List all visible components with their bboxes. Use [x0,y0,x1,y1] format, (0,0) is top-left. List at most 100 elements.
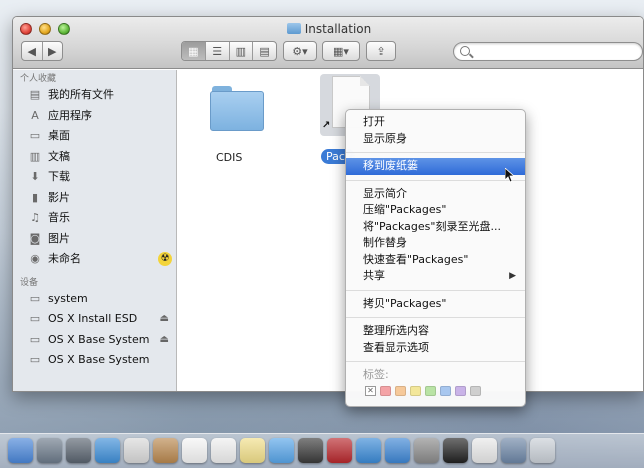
finder-icon[interactable] [8,438,33,463]
tag-color-swatch[interactable] [440,386,451,396]
grid-icon: ▦ [188,44,199,58]
menu-separator [346,361,525,362]
menu-item[interactable]: 拷贝"Packages" [346,296,525,313]
menu-group-open: 打开 显示原身 [346,114,525,147]
sidebar-item[interactable]: ▮ 影片 [13,188,176,209]
mail-icon[interactable] [124,438,149,463]
notes-icon[interactable] [240,438,265,463]
reminders-icon[interactable] [211,438,236,463]
trash-icon[interactable] [530,438,555,463]
calendar-icon[interactable] [182,438,207,463]
search-icon [460,46,470,56]
columns-icon: ▥ [235,44,247,58]
list-view-button[interactable]: ☰ [206,42,230,60]
sidebar-item-label: 图片 [48,231,70,245]
downloads-stack-icon[interactable] [501,438,526,463]
messages-icon[interactable] [269,438,294,463]
folder-icon [286,23,301,34]
tags-row: ✕ [346,386,525,396]
menu-item[interactable]: 将"Packages"刻录至光盘... [346,219,525,236]
back-forward-control: ◀ ▶ [21,41,63,61]
sidebar-item[interactable]: ▤ 我的所有文件 [13,85,176,106]
tag-color-swatch[interactable] [380,386,391,396]
folder-item-icon[interactable] [210,86,264,132]
action-menu-button[interactable]: ⚙▾ [283,41,317,61]
sidebar-item[interactable]: ◙ 图片 [13,229,176,250]
toolbar: ◀ ▶ ▦ ☰ ▥ ▤ ⚙▾ ▦▾ ⇪ [13,41,643,65]
tag-color-swatch[interactable] [395,386,406,396]
menu-item[interactable]: 打开 [346,114,525,131]
menu-item[interactable]: 显示原身 [346,131,525,148]
menu-item[interactable]: 快速查看"Packages" [346,252,525,269]
title-bar[interactable]: Installation ◀ ▶ ▦ ☰ ▥ ▤ ⚙▾ ▦▾ ⇪ [13,17,643,69]
icon-view-button[interactable]: ▦ [182,42,206,60]
terminal-icon[interactable] [443,438,468,463]
sidebar: 个人收藏 ▤ 我的所有文件 A 应用程序 ▭ 桌面 ▥ 文稿 ⬇ 下载 ▮ 影片 ♫ 音乐 ◙ 图片 ◉ 未命名 ☢… [13,70,177,391]
itunes-icon[interactable] [356,438,381,463]
safari-icon[interactable] [95,438,120,463]
sidebar-item[interactable]: ◉ 未命名 ☢ [13,249,176,270]
search-input[interactable] [453,42,643,61]
eject-icon[interactable]: ⏏ [160,309,169,329]
contacts-icon[interactable] [153,438,178,463]
tag-color-swatch[interactable] [425,386,436,396]
sidebar-item-label: 我的所有文件 [48,88,114,101]
sidebar-item[interactable]: ▭ OS X Install ESD ⏏ [13,309,176,330]
tag-color-swatch[interactable] [470,386,481,396]
sidebar-item[interactable]: ▭ system [13,289,176,310]
sidebar-item-label: OS X Base System [48,332,150,346]
column-view-button[interactable]: ▥ [230,42,254,60]
tag-none-button[interactable]: ✕ [365,386,376,396]
back-button[interactable]: ◀ [22,42,43,60]
sidebar-item[interactable]: ▭ OS X Base System ⏏ [13,330,176,351]
menu-item-share[interactable]: 共享 ▶ [346,268,525,285]
context-menu: 打开 显示原身 移到废纸篓 显示简介 压缩"Packages" 将"Packages"… [345,109,526,407]
menu-separator [346,317,525,318]
facetime-icon[interactable] [298,438,323,463]
menu-group-copy: 拷贝"Packages" [346,296,525,313]
sidebar-item-label: OS X Base System [48,353,150,366]
coverflow-view-button[interactable]: ▤ [253,42,276,60]
submenu-arrow-icon: ▶ [509,271,516,281]
app-store-icon[interactable] [385,438,410,463]
mission-control-icon[interactable] [66,438,91,463]
sidebar-item[interactable]: A 应用程序 [13,106,176,127]
sidebar-item[interactable]: ♫ 音乐 [13,208,176,229]
gear-icon: ⚙▾ [292,44,308,58]
window-title: Installation [13,22,643,36]
sidebar-item-label: 未命名 [48,252,81,265]
menu-item[interactable]: 显示简介 [346,186,525,203]
sidebar-item-label: 影片 [48,190,70,204]
disk-icon: ▭ [29,353,41,366]
sidebar-item[interactable]: ⬇ 下载 [13,167,176,188]
devices-list: ▭ system ▭ OS X Install ESD ⏏ ▭ OS X Base Syst… [13,289,176,371]
share-button-inner: ⇪ [367,42,395,60]
arrange-button-inner: ▦▾ [323,42,359,60]
action-button-inner: ⚙▾ [284,42,316,60]
movies-icon: ▮ [31,190,39,204]
system-preferences-icon[interactable] [414,438,439,463]
share-button[interactable]: ⇪ [366,41,396,61]
sidebar-item[interactable]: ▥ 文稿 [13,147,176,168]
menu-item[interactable]: 整理所选内容 [346,323,525,340]
chevron-right-icon: ▶ [48,44,57,58]
menu-item-move-to-trash[interactable]: 移到废纸篓 [346,158,525,175]
sidebar-item[interactable]: ▭ OS X Base System [13,350,176,371]
arrange-menu-button[interactable]: ▦▾ [322,41,360,61]
applications-icon: A [31,108,39,122]
tag-color-swatch[interactable] [455,386,466,396]
folder-item-label[interactable]: CDIS [216,151,242,164]
forward-button[interactable]: ▶ [43,42,63,60]
colorsync-icon[interactable] [472,438,497,463]
sidebar-item[interactable]: ▭ 桌面 [13,126,176,147]
menu-item[interactable]: 制作替身 [346,235,525,252]
downloads-icon: ⬇ [30,170,40,183]
tag-color-swatch[interactable] [410,386,421,396]
arrange-icon: ▦▾ [333,44,349,58]
menu-item[interactable]: 查看显示选项 [346,340,525,357]
menu-item[interactable]: 压缩"Packages" [346,202,525,219]
launchpad-icon[interactable] [37,438,62,463]
photo-booth-icon[interactable] [327,438,352,463]
eject-icon[interactable]: ⏏ [160,330,169,350]
sidebar-item-label: 应用程序 [48,108,92,122]
